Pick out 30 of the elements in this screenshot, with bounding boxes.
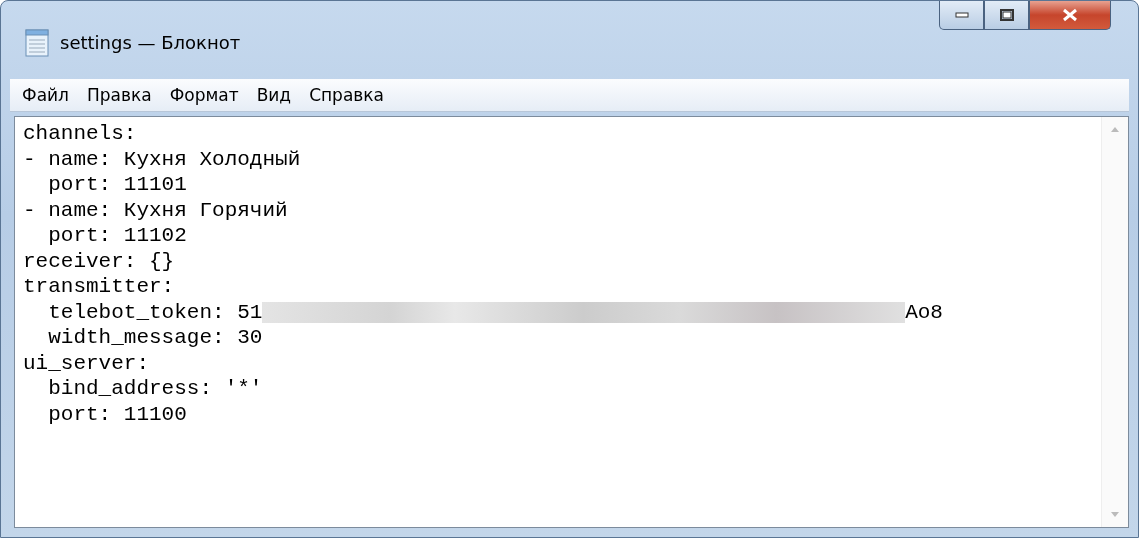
text-line: transmitter: bbox=[23, 274, 175, 300]
menu-item[interactable]: Формат bbox=[161, 83, 247, 107]
menu-item[interactable]: Справка bbox=[301, 83, 393, 107]
text-line: receiver: {} bbox=[23, 248, 175, 274]
minimize-icon bbox=[954, 12, 969, 18]
text-line: telebot_token: 51 bbox=[47, 299, 263, 325]
maximize-icon bbox=[999, 9, 1014, 21]
text-area[interactable]: channels: - name: Кухня Холодный port: 11101 - name: Кухня Горячий port: 11102 receiver: {} transmitter: telebot_token: 51 Ao8 width_message: 30 ui_server: bind_address: '*' port: 11100 bbox=[14, 116, 1129, 528]
maximize-button[interactable] bbox=[984, 1, 1029, 30]
text-line: ui_server: bbox=[23, 350, 150, 376]
text-line: width_message: 30 bbox=[47, 325, 263, 351]
text-line: port: 11102 bbox=[47, 223, 187, 249]
window-title: settings — Блокнот bbox=[60, 32, 241, 53]
scrollbar[interactable] bbox=[1101, 117, 1128, 527]
menu-item[interactable]: Файл bbox=[14, 83, 77, 107]
up-arrow-icon bbox=[1110, 125, 1120, 133]
close-icon bbox=[1062, 8, 1078, 22]
minimize-button[interactable] bbox=[939, 1, 984, 30]
text-line: port: 11100 bbox=[47, 401, 187, 427]
text-line: Ao8 bbox=[905, 299, 943, 325]
text-line: channels: bbox=[23, 121, 137, 147]
text-line: - name: Кухня Холодный bbox=[23, 146, 301, 172]
menu-item[interactable]: Вид bbox=[248, 83, 300, 107]
notepad-icon bbox=[24, 27, 50, 57]
close-button[interactable] bbox=[1029, 1, 1111, 30]
text-line: - name: Кухня Горячий bbox=[23, 197, 288, 223]
text-line: bind_address: '*' bbox=[47, 376, 263, 402]
down-arrow-icon bbox=[1110, 511, 1120, 519]
text-line: port: 11101 bbox=[47, 172, 187, 198]
menu-item[interactable]: Правка bbox=[78, 83, 160, 107]
